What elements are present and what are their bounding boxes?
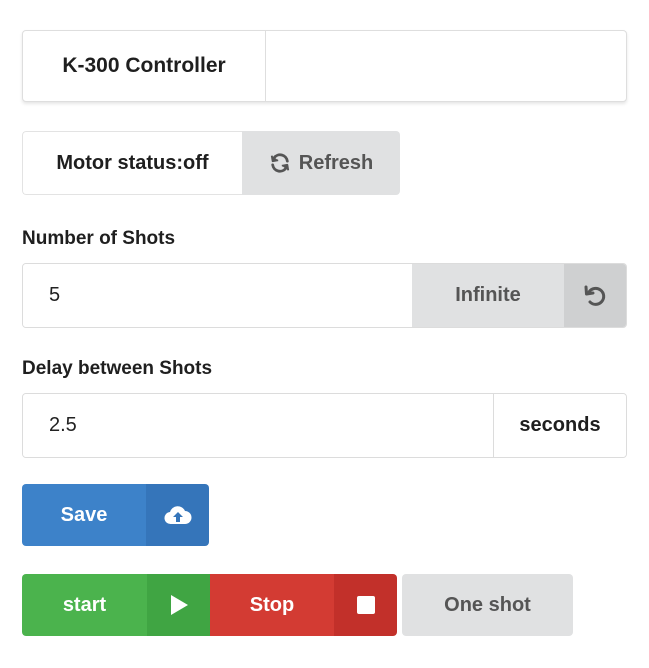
refresh-icon — [269, 152, 291, 174]
delay-input[interactable] — [23, 394, 493, 457]
save-button[interactable]: Save — [22, 484, 209, 546]
shots-label: Number of Shots — [22, 228, 176, 249]
undo-icon — [583, 284, 607, 308]
motor-status-group: Motor status:off Refresh — [22, 131, 400, 195]
app-title: K-300 Controller — [23, 31, 266, 101]
shots-input[interactable] — [23, 264, 412, 327]
motor-status-label: Motor status:off — [22, 131, 242, 195]
start-label: start — [22, 574, 147, 636]
stop-button[interactable]: Stop — [210, 574, 397, 636]
refresh-label: Refresh — [298, 151, 374, 174]
shots-input-group: Infinite — [22, 263, 627, 328]
delay-input-group: seconds — [22, 393, 627, 458]
delay-label: Delay between Shots — [22, 358, 213, 379]
cloud-upload-icon — [146, 484, 209, 546]
refresh-button[interactable]: Refresh — [242, 131, 400, 195]
reset-shots-button[interactable] — [564, 264, 626, 327]
save-label: Save — [22, 484, 146, 546]
one-shot-button[interactable]: One shot — [402, 574, 573, 636]
infinite-label: Infinite — [455, 284, 521, 306]
app-header: K-300 Controller — [22, 30, 627, 102]
start-button[interactable]: start — [22, 574, 210, 636]
header-menu-area — [266, 31, 626, 101]
delay-unit-label: seconds — [493, 394, 626, 457]
one-shot-label: One shot — [444, 593, 531, 616]
stop-square-icon — [334, 574, 397, 636]
stop-label: Stop — [210, 574, 334, 636]
play-icon — [147, 574, 210, 636]
infinite-button[interactable]: Infinite — [412, 264, 564, 327]
